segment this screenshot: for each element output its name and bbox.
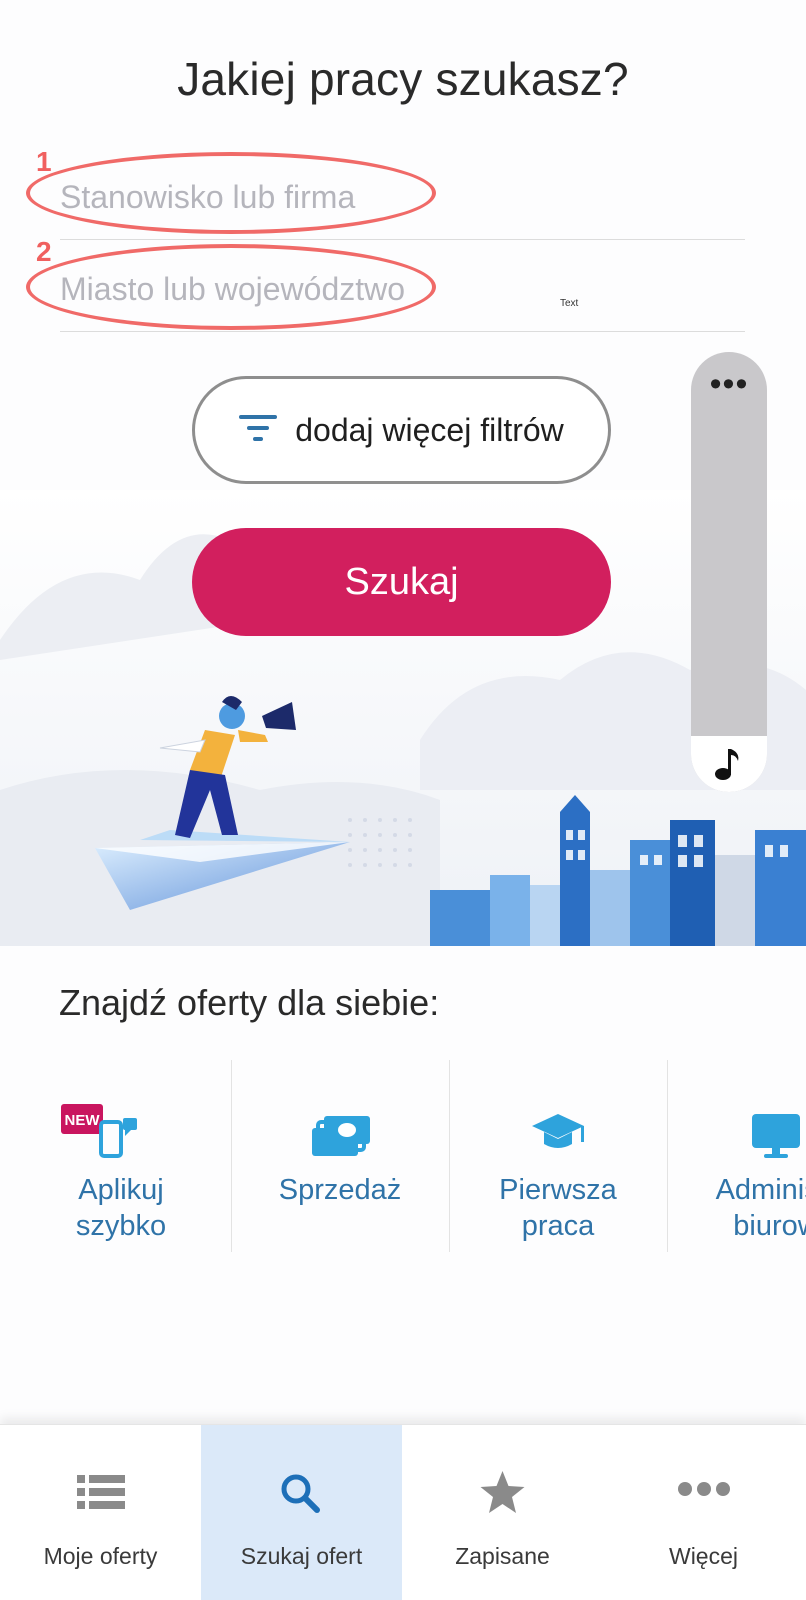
quick-apply-icon: NEW	[13, 1100, 229, 1160]
category-first-job-label: Pierwsza praca	[499, 1174, 617, 1242]
more-icon	[603, 1465, 804, 1521]
page-title: Jakiej pracy szukasz?	[177, 53, 629, 105]
floating-side-panel[interactable]: •••	[691, 352, 767, 792]
search-button[interactable]: Szukaj	[192, 528, 611, 636]
category-sales-label: Sprzedaż	[278, 1174, 402, 1206]
money-icon	[232, 1100, 448, 1160]
nav-my-offers[interactable]: Moje oferty	[0, 1425, 201, 1600]
nav-more[interactable]: Więcej	[603, 1425, 804, 1600]
filter-icon	[239, 413, 278, 448]
nav-search-offers-label: Szukaj ofert	[240, 1543, 363, 1569]
nav-saved[interactable]: Zapisane	[402, 1425, 603, 1600]
category-administration-label: Administrbiurow	[715, 1174, 806, 1242]
category-quick-apply-label: Aplikuj szybko	[75, 1174, 167, 1242]
categories-row: NEW Aplikuj szybko Sprzedaż Pierwsza pra…	[0, 1060, 806, 1252]
nav-search-offers[interactable]: Szukaj ofert	[201, 1425, 402, 1600]
list-icon	[0, 1465, 201, 1521]
add-filters-label: dodaj więcej filtrów	[295, 411, 564, 448]
category-first-job[interactable]: Pierwsza praca	[450, 1060, 666, 1252]
category-sales[interactable]: Sprzedaż	[232, 1060, 448, 1252]
nav-more-label: Więcej	[668, 1543, 738, 1569]
add-filters-button[interactable]: dodaj więcej filtrów	[192, 376, 611, 484]
search-icon	[201, 1465, 402, 1521]
nav-saved-label: Zapisane	[455, 1543, 550, 1569]
graduation-cap-icon	[450, 1100, 666, 1160]
music-note-icon[interactable]	[691, 736, 767, 792]
category-quick-apply[interactable]: NEW Aplikuj szybko	[13, 1060, 229, 1252]
bottom-navigation: Moje oferty Szukaj ofert Zapisane Więcej	[0, 1424, 806, 1600]
categories-heading: Znajdź oferty dla siebie:	[59, 982, 440, 1023]
category-administration[interactable]: Administrbiurow	[668, 1060, 806, 1252]
annotation-ellipse-1	[26, 152, 436, 234]
star-icon	[402, 1465, 603, 1521]
annotation-ellipse-2	[26, 244, 436, 330]
nav-my-offers-label: Moje oferty	[43, 1543, 158, 1569]
annotation-number-2: 2	[36, 236, 52, 267]
new-badge: NEW	[65, 1112, 101, 1129]
monitor-icon	[668, 1100, 806, 1160]
annotation-tiny-text: Text	[560, 298, 579, 309]
more-menu-icon[interactable]: •••	[691, 367, 767, 401]
